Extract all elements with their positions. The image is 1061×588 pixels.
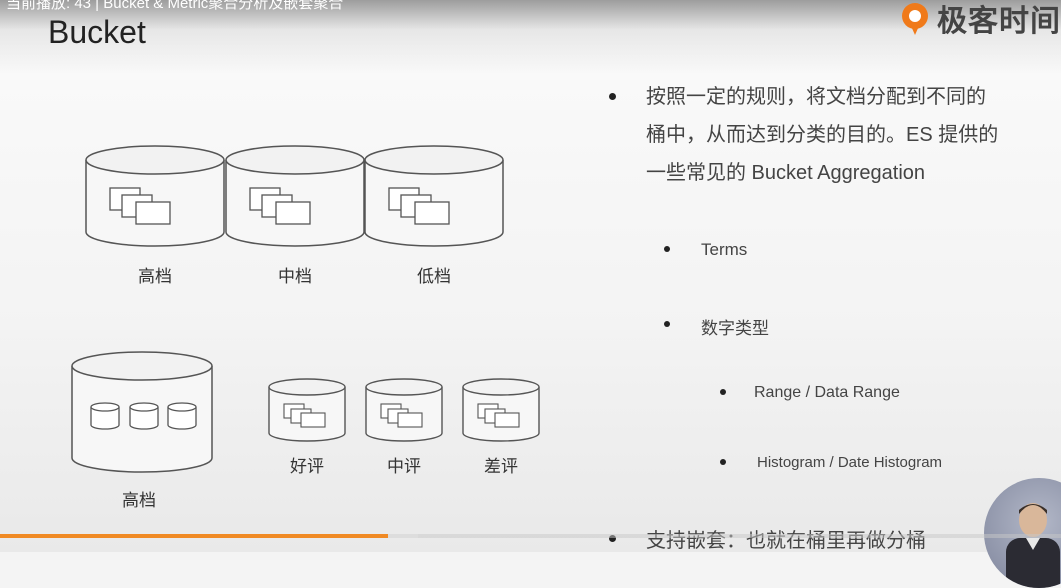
small-bucket-label-neutral: 中评 [387,457,421,477]
bucket-label-low: 低档 [417,267,451,287]
geektime-logo: 极客时间 [897,0,1061,39]
small-bucket-neutral-icon [365,378,443,442]
small-bucket-label-bad: 差评 [484,457,518,477]
bullet-dot [664,321,670,327]
bucket-diagram [71,145,540,473]
bucket-low-icon [364,145,504,247]
main-bullet-text: 按照一定的规则，将文档分配到不同的 桶中，从而达到分类的目的。ES 提供的 一些… [646,84,998,187]
geektime-logo-icon [902,3,928,35]
logo-text: 极客时间 [937,4,1061,39]
sub-bullet-numeric: 数字类型 [701,319,769,338]
inner-bucket-icon [129,402,159,430]
small-bucket-good-icon [268,378,346,442]
sub-bullet-range: Range / Data Range [754,384,900,401]
bucket-label-high: 高档 [138,267,172,287]
video-progress-buffer [388,534,418,538]
bucket-high-icon [85,145,225,247]
main-bullet-line: 一些常见的 Bucket Aggregation [646,162,926,184]
main-bullet-line: 桶中，从而达到分类的目的。ES 提供的 [646,124,999,146]
main-bullet-line: 按照一定的规则，将文档分配到不同的 [646,86,986,108]
presenter-video[interactable] [984,478,1061,588]
small-bucket-bad-icon [462,378,540,442]
inner-bucket-icon [90,402,120,430]
video-progress-fill[interactable] [0,534,388,538]
small-bucket-label-good: 好评 [290,457,324,477]
bullet-dot [609,93,616,100]
bullet-dot [720,389,726,395]
bullet-dot [664,246,670,252]
big-bucket-label: 高档 [122,491,156,511]
sub-bullet-histogram: Histogram / Date Histogram [757,454,943,471]
slide: 当前播放: 43 | Bucket & Metric聚合分析及嵌套聚合 Buck… [0,0,1061,588]
bucket-label-mid: 中档 [278,267,312,287]
bullet-dot [720,459,726,465]
sub-bullet-terms: Terms [701,240,748,259]
nested-bullet-text: 支持嵌套：也就在桶里再做分桶 [646,530,926,552]
big-bucket-icon [71,351,213,473]
inner-bucket-icon [167,402,197,430]
bucket-mid-icon [225,145,365,247]
presenter-avatar-icon [1006,503,1060,588]
